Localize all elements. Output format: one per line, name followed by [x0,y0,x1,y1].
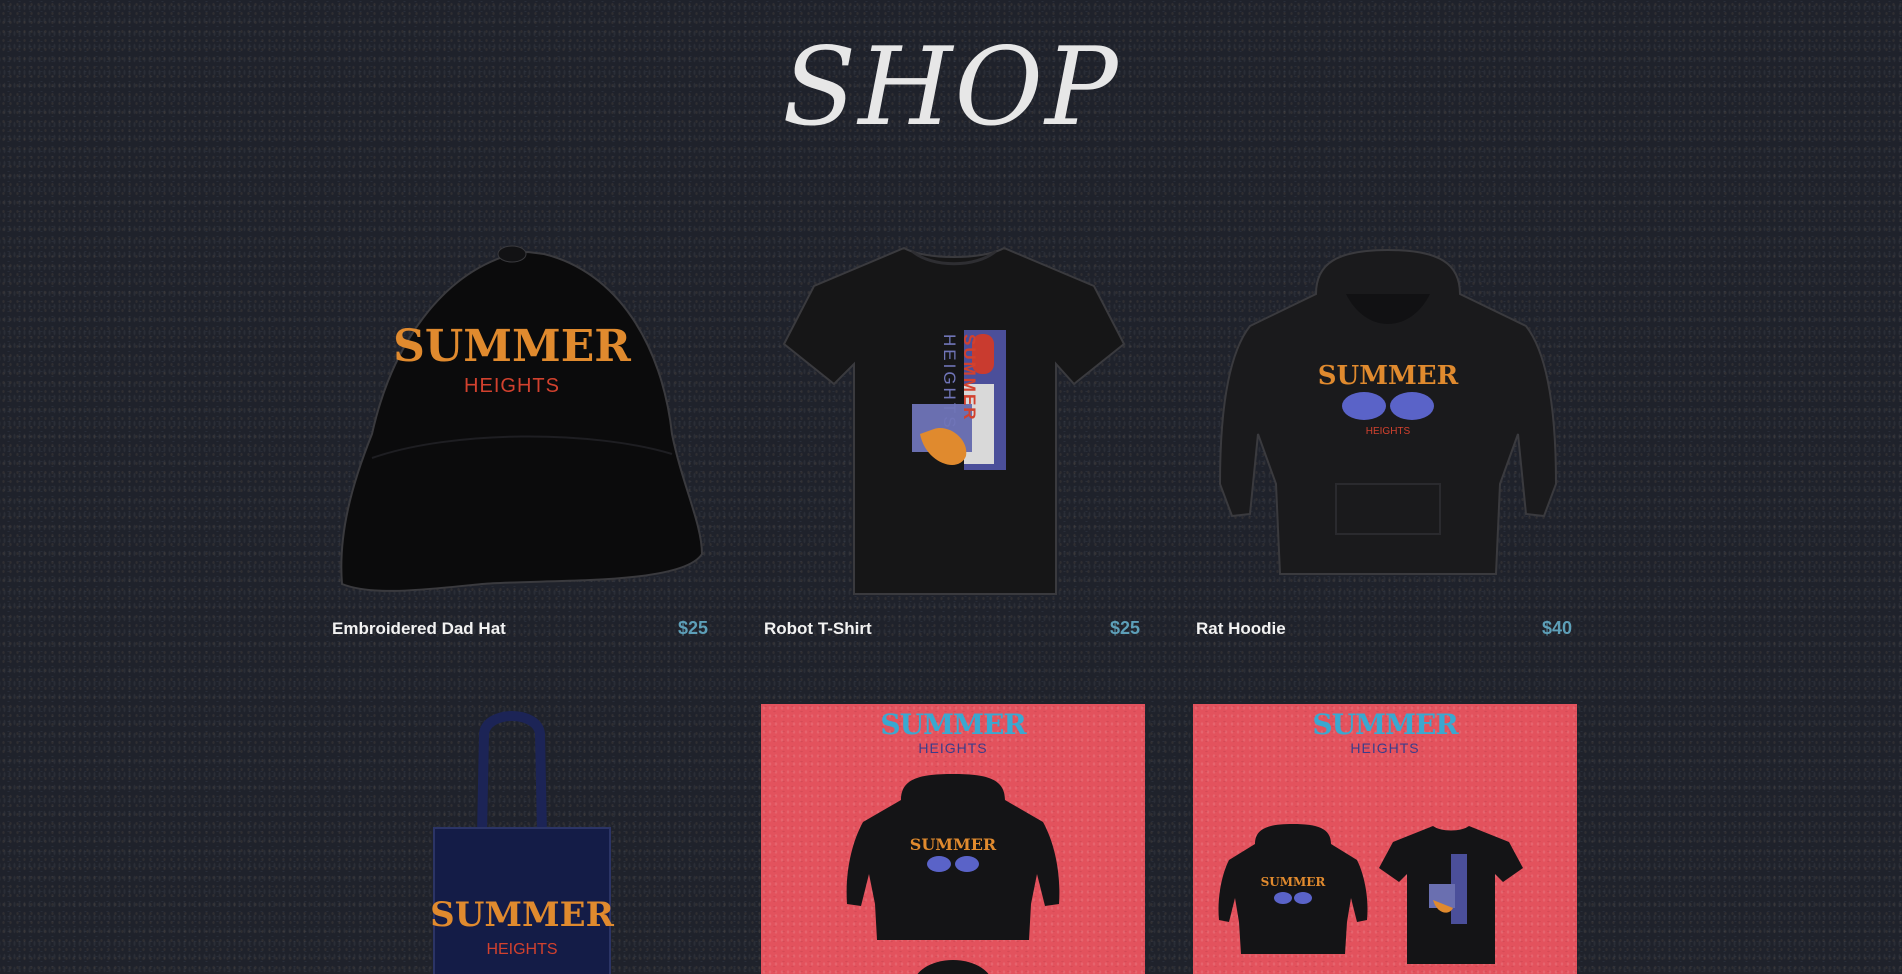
tote-logo-heights: HEIGHTS [486,941,557,958]
product-name[interactable]: Robot T-Shirt [764,619,872,639]
hoodie-image[interactable]: SUMMER HEIGHTS [1196,234,1580,604]
product-name[interactable]: Embroidered Dad Hat [332,619,506,639]
tshirt-image[interactable]: HEIGHTS SUMMER [764,234,1148,604]
hoodie-logo-heights: HEIGHTS [1366,426,1411,437]
svg-text:SUMMER: SUMMER [1261,875,1327,889]
page-title: SHOP [782,25,1120,150]
tote-bag-image[interactable]: SUMMER HEIGHTS [332,704,716,974]
hoodie-bundle-image: SUMMER [846,774,1060,974]
product-meta: Robot T-Shirt $25 [764,618,1140,639]
product-price: $40 [1541,618,1572,638]
product-name[interactable]: Rat Hoodie [1196,619,1286,639]
tote-logo-summer: SUMMER [430,895,614,935]
hoodie-logo-summer: SUMMER [1318,361,1459,391]
product-meta: Rat Hoodie $40 [1196,618,1572,639]
product-meta: Embroidered Dad Hat $25 [332,618,708,639]
hat-image[interactable]: SUMMER HEIGHTS [332,234,716,604]
svg-text:SUMMER: SUMMER [910,835,997,854]
product-card-hoodie-bundle[interactable]: SUMMER HEIGHTS SUMMER [761,704,1145,974]
hat-logo-summer: SUMMER [393,321,631,372]
hat-logo-heights: HEIGHTS [464,375,560,397]
hoodie-tshirt-bundle-image: SUMMER [1218,824,1523,964]
tshirt-logo-heights: HEIGHTS [940,334,959,431]
product-price: $25 [1109,618,1140,638]
tshirt-logo-summer: SUMMER [960,334,979,422]
product-card-hoodie-tshirt-bundle[interactable]: SUMMER HEIGHTS SUMMER [1193,704,1577,974]
product-price: $25 [677,618,708,638]
